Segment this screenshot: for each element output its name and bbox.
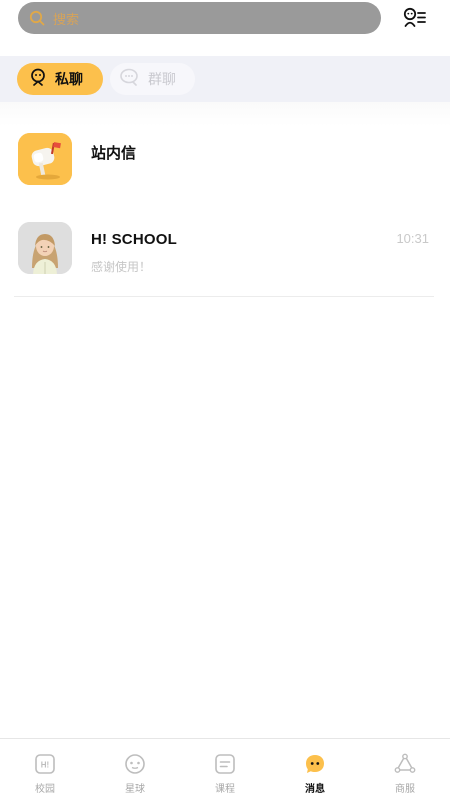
search-input[interactable]: 搜索 — [18, 2, 381, 34]
top-bar: 搜索 — [0, 0, 450, 56]
contacts-button[interactable] — [401, 6, 427, 33]
conversation-row-inbox[interactable]: 站内信 — [0, 133, 450, 213]
tab-private-chat-label: 私聊 — [55, 71, 83, 87]
list-top-fade — [0, 102, 450, 126]
bottom-nav: H! 校园 星球 课程 消息 商服 — [0, 738, 450, 800]
contacts-list-icon — [401, 6, 427, 33]
conversation-title: 站内信 — [91, 145, 137, 162]
commerce-icon — [394, 753, 416, 775]
planet-icon — [124, 753, 146, 775]
conversation-time: 10:31 — [396, 231, 429, 246]
mailbox-avatar — [18, 133, 72, 185]
nav-item-commerce[interactable]: 商服 — [360, 739, 450, 800]
tab-private-chat[interactable]: 私聊 — [17, 63, 103, 95]
conversation-title: H! SCHOOL — [91, 231, 177, 248]
nav-label: 校园 — [35, 784, 55, 795]
course-icon — [214, 753, 236, 775]
private-chat-icon — [29, 68, 47, 91]
conversation-preview: 感谢使用！ — [91, 260, 152, 274]
nav-label: 课程 — [215, 784, 235, 795]
list-divider — [14, 296, 434, 297]
campus-icon: H! — [34, 753, 56, 775]
nav-label: 星球 — [125, 784, 145, 795]
tab-group-chat-label: 群聊 — [148, 71, 176, 87]
conversation-row-school[interactable]: H! SCHOOL 感谢使用！ 10:31 — [0, 222, 450, 302]
tab-group-chat[interactable]: 群聊 — [110, 63, 195, 95]
nav-item-course[interactable]: 课程 — [180, 739, 270, 800]
nav-label: 消息 — [305, 784, 325, 795]
group-chat-icon — [120, 68, 140, 91]
svg-text:H!: H! — [41, 761, 49, 770]
search-icon — [29, 10, 45, 26]
search-placeholder: 搜索 — [53, 11, 80, 27]
nav-item-planet[interactable]: 星球 — [90, 739, 180, 800]
chat-type-tabs: 私聊 群聊 — [0, 56, 450, 102]
nav-label: 商服 — [395, 784, 415, 795]
school-avatar — [18, 222, 72, 274]
message-icon — [304, 753, 326, 775]
nav-item-campus[interactable]: H! 校园 — [0, 739, 90, 800]
nav-item-message[interactable]: 消息 — [270, 739, 360, 800]
